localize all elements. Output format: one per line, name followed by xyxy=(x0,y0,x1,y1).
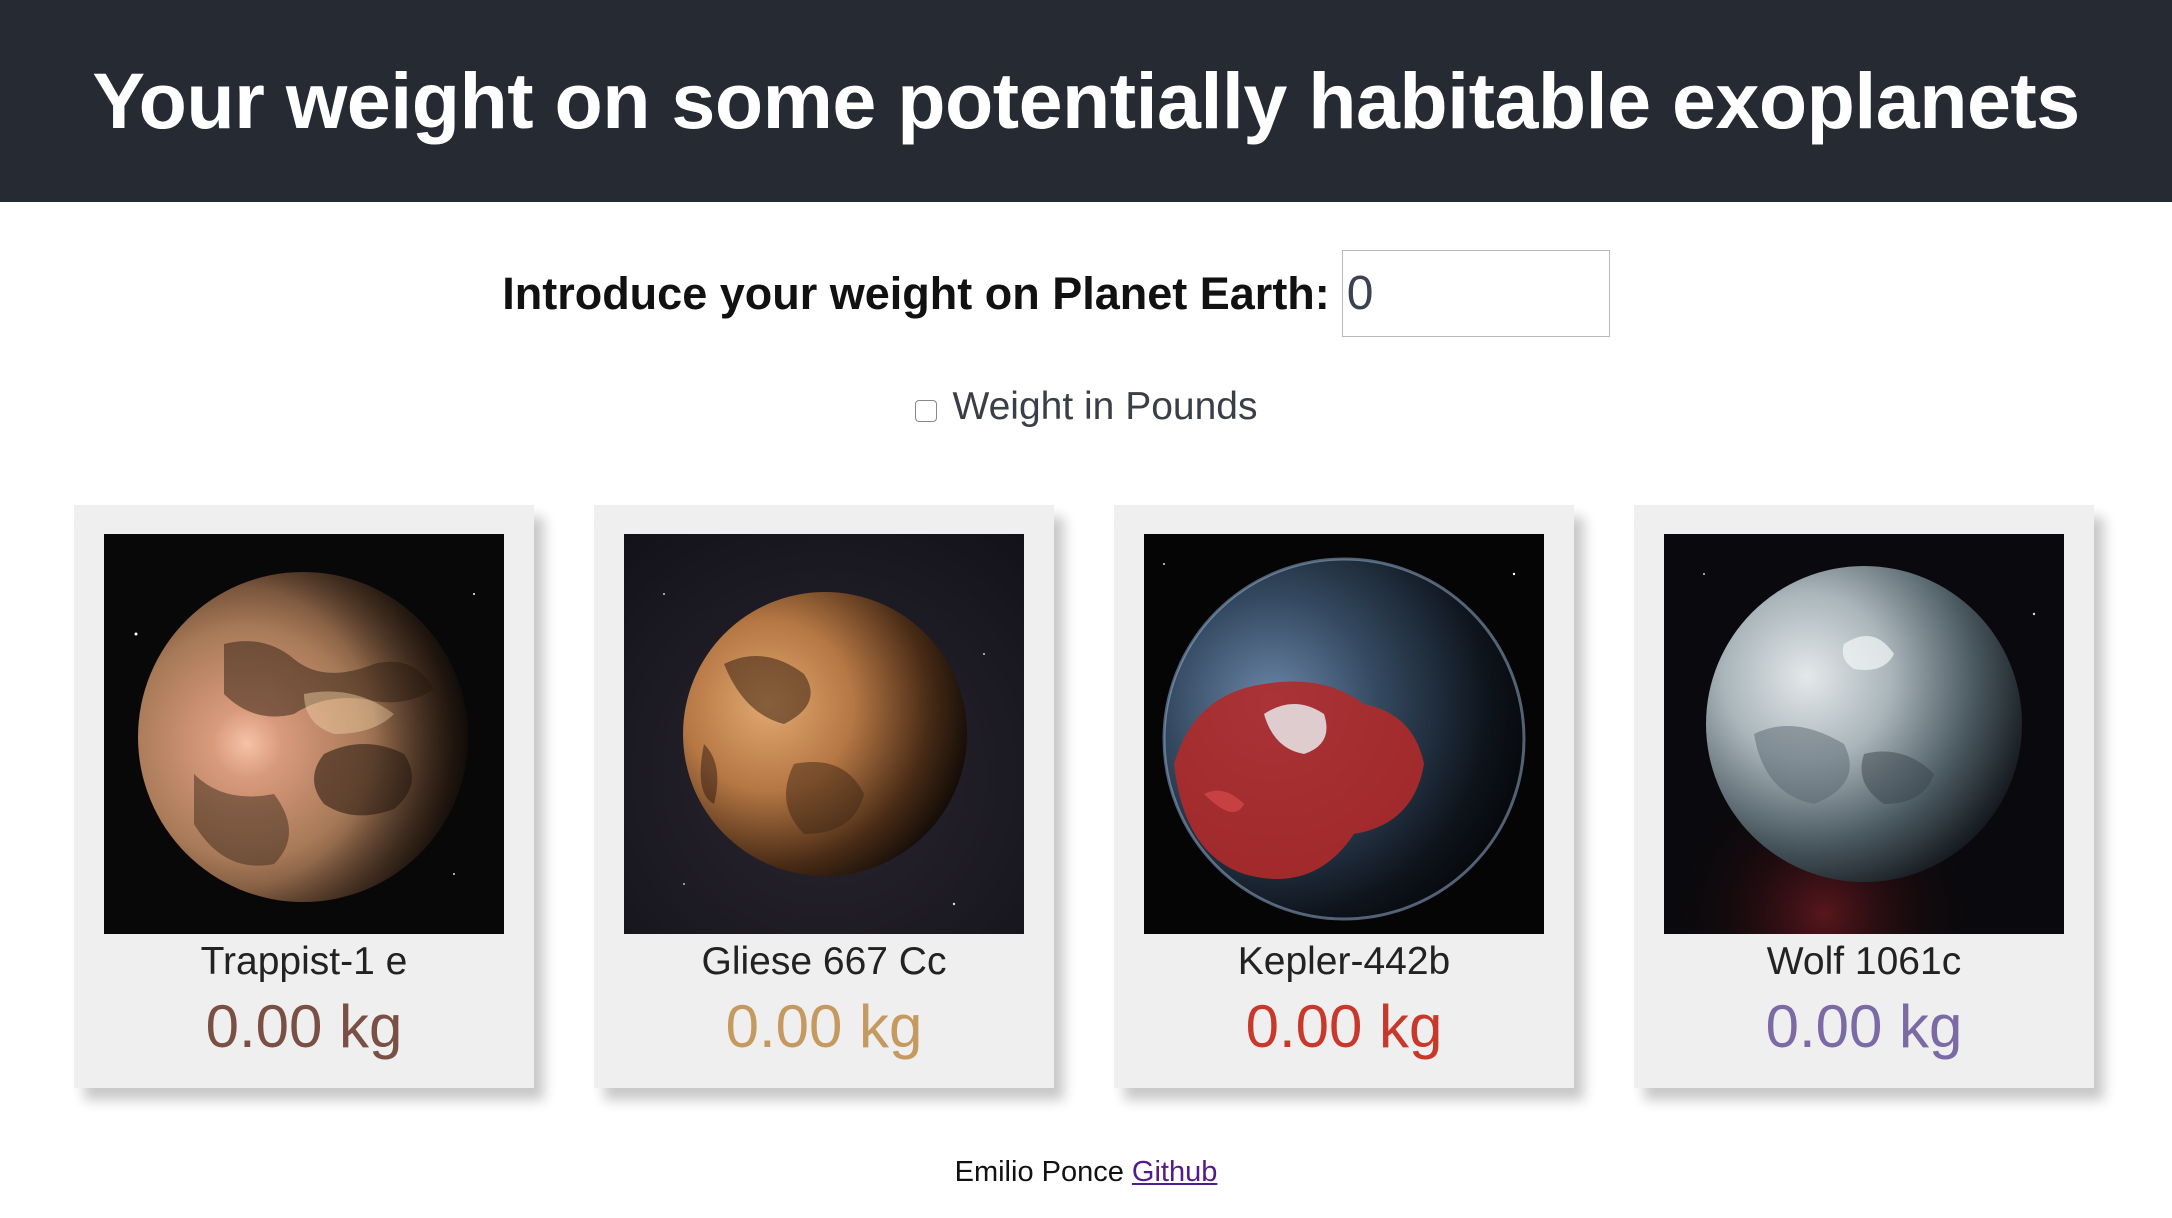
page-title: Your weight on some potentially habitabl… xyxy=(92,56,2080,145)
planet-weight: 0.00 kg xyxy=(1765,993,1963,1060)
planet-name: Gliese 667 Cc xyxy=(701,940,947,983)
planet-name: Trappist-1 e xyxy=(200,940,408,983)
planet-name: Kepler-442b xyxy=(1237,940,1451,983)
pounds-checkbox-label: Weight in Pounds xyxy=(952,385,1258,428)
planet-image-kepler-442b xyxy=(1144,534,1544,934)
unit-toggle[interactable]: Weight in Pounds xyxy=(0,385,2172,429)
weight-input[interactable] xyxy=(1341,250,1610,337)
weight-form: Introduce your weight on Planet Earth: xyxy=(0,250,2172,337)
planet-card-kepler-442b: Kepler-442b 0.00 kg xyxy=(1114,505,1574,1088)
page-header: Your weight on some potentially habitabl… xyxy=(0,0,2172,202)
planet-image-gliese-667cc xyxy=(624,534,1024,934)
planet-weight: 0.00 kg xyxy=(1245,993,1443,1060)
weight-label: Introduce your weight on Planet Earth: xyxy=(502,267,1330,319)
planet-card-wolf-1061c: Wolf 1061c 0.00 kg xyxy=(1634,505,2094,1088)
pounds-checkbox[interactable] xyxy=(914,400,937,422)
planet-image-wolf-1061c xyxy=(1664,534,2064,934)
planet-weight: 0.00 kg xyxy=(725,993,923,1060)
planet-weight: 0.00 kg xyxy=(205,993,403,1060)
planet-card-gliese-667cc: Gliese 667 Cc 0.00 kg xyxy=(594,505,1054,1088)
planet-card-trappist-1e: Trappist-1 e 0.00 kg xyxy=(74,505,534,1088)
github-link[interactable]: Github xyxy=(1132,1156,1217,1188)
author-name: Emilio Ponce xyxy=(954,1156,1124,1188)
planet-image-trappist-1e xyxy=(104,534,504,934)
footer: Emilio Ponce Github xyxy=(0,1156,2172,1189)
planet-name: Wolf 1061c xyxy=(1766,940,1962,983)
